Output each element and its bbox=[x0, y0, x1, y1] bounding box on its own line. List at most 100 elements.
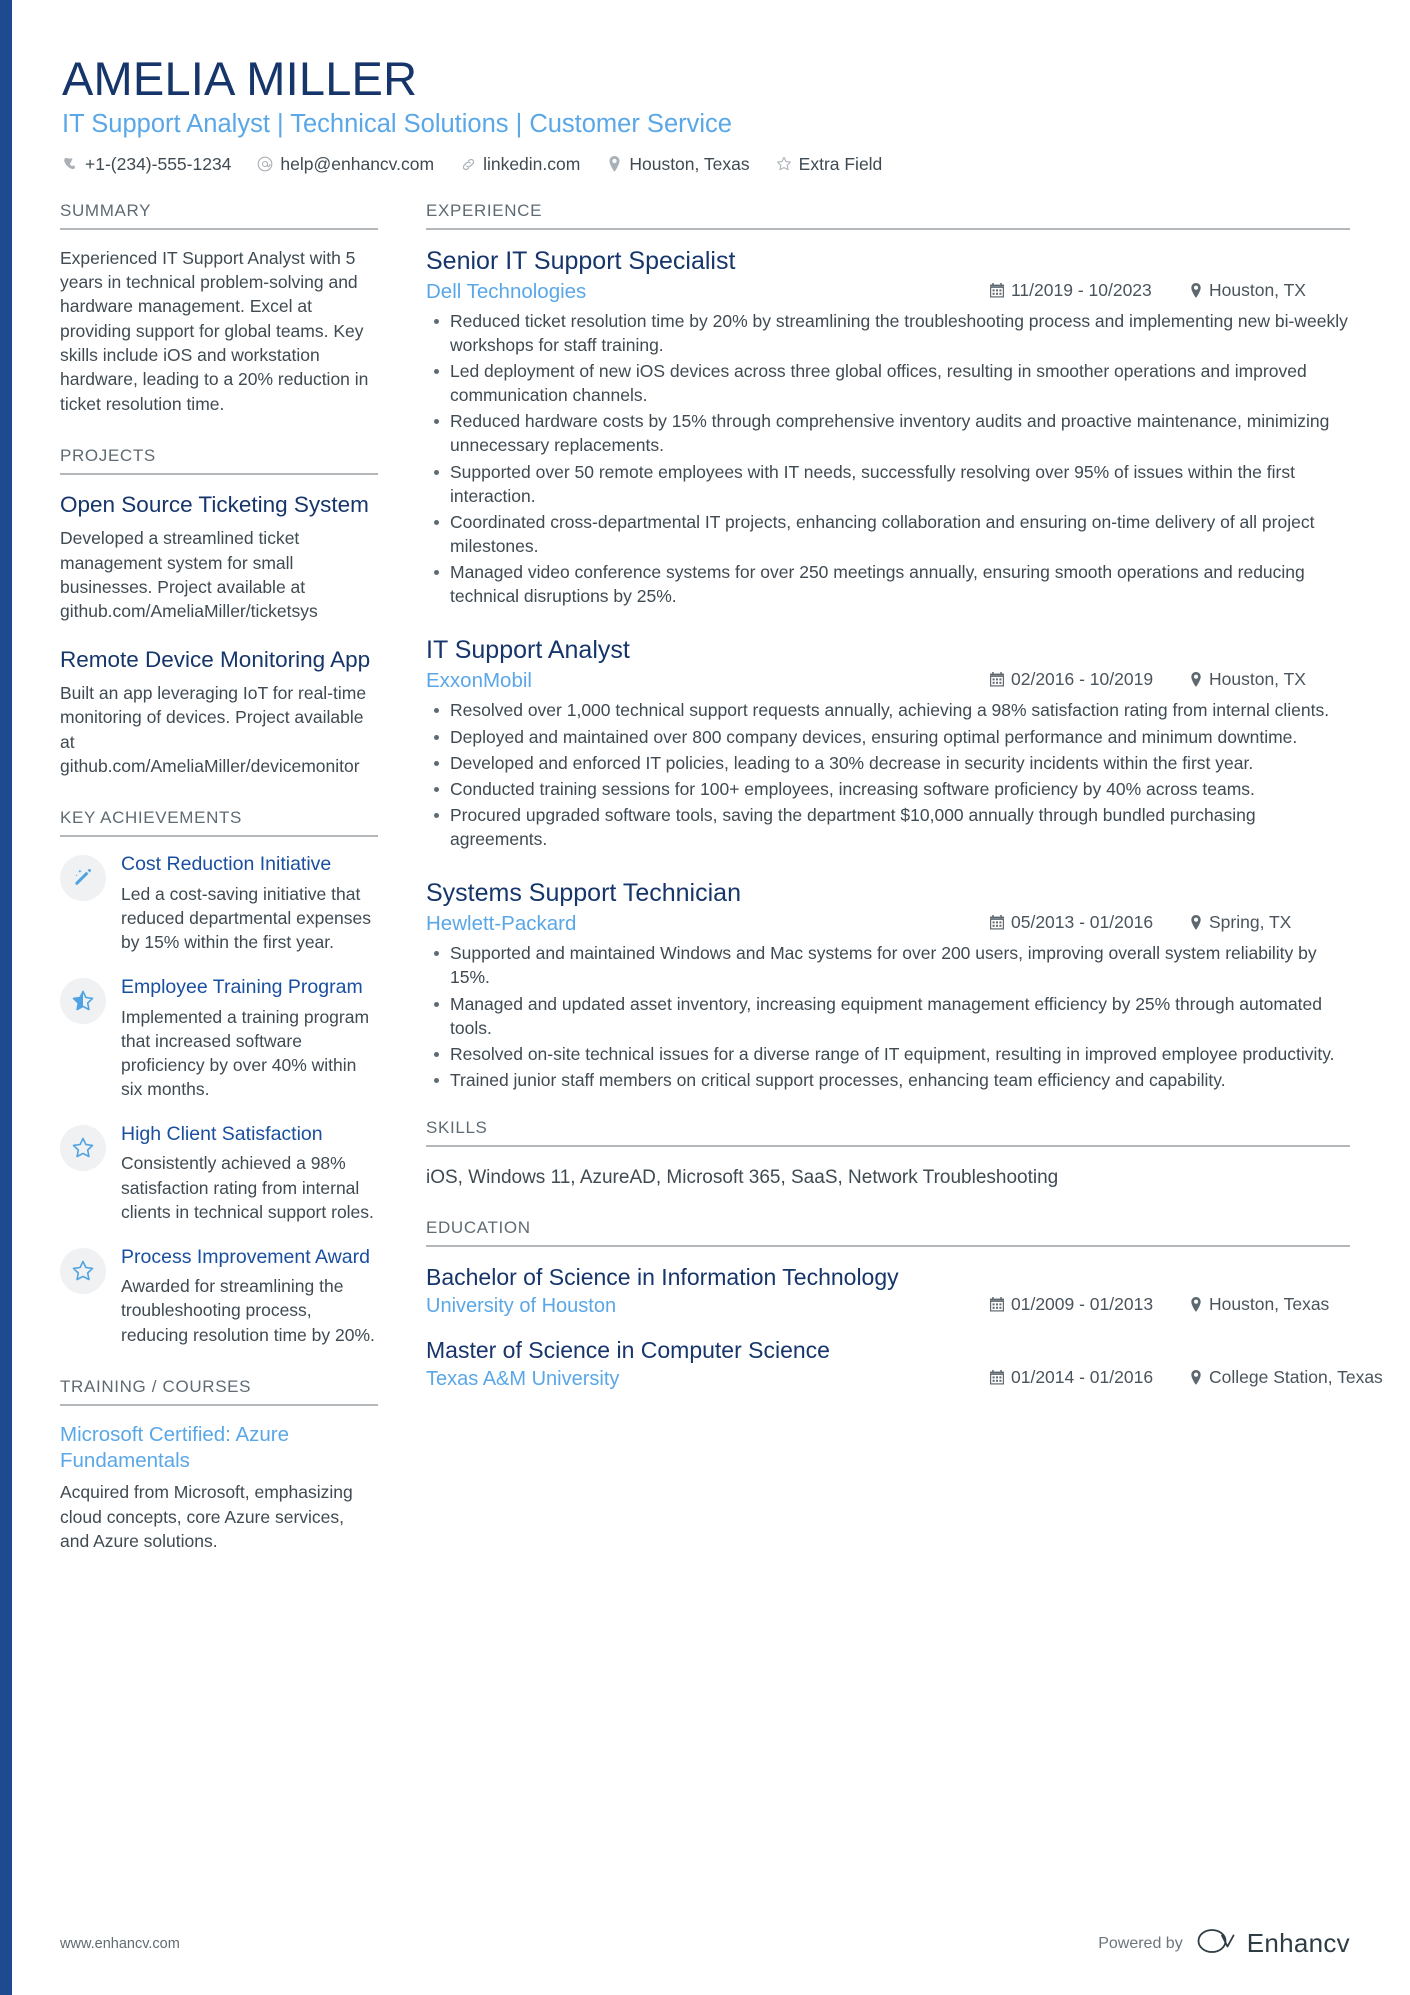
job-company[interactable]: Hewlett-Packard bbox=[426, 912, 990, 936]
education-dates-text: 01/2009 - 01/2013 bbox=[1011, 1293, 1154, 1314]
achievement-title: Process Improvement Award bbox=[121, 1245, 370, 1268]
main-column: EXPERIENCE Senior IT Support Specialist … bbox=[426, 201, 1383, 1417]
skills-heading: SKILLS bbox=[426, 1118, 1350, 1148]
training-title[interactable]: Microsoft Certified: Azure Fundamentals bbox=[60, 1422, 378, 1474]
job-dates: 02/2016 - 10/2019 bbox=[990, 669, 1190, 690]
job-location: Houston, TX bbox=[1190, 669, 1350, 690]
job-bullet: Procured upgraded software tools, saving… bbox=[426, 803, 1350, 851]
job-dates: 11/2019 - 10/2023 bbox=[990, 280, 1190, 301]
job-bullet: Developed and enforced IT policies, lead… bbox=[426, 751, 1350, 775]
section-education: EDUCATION Bachelor of Science in Informa… bbox=[426, 1218, 1383, 1391]
job-dates-text: 11/2019 - 10/2023 bbox=[1011, 279, 1152, 300]
enhancv-logo: Enhancv bbox=[1197, 1928, 1350, 1959]
achievement-icon-badge bbox=[60, 1247, 106, 1294]
achievement-item: High Client Satisfaction Consistently ac… bbox=[60, 1123, 378, 1224]
contact-row: +1-(234)-555-1234 help@enhancv.com linke… bbox=[62, 154, 1350, 175]
job-bullets: Reduced ticket resolution time by 20% by… bbox=[426, 309, 1350, 609]
achievement-title: High Client Satisfaction bbox=[121, 1123, 323, 1146]
education-location: College Station, Texas bbox=[1190, 1367, 1383, 1388]
location-icon bbox=[1190, 1369, 1202, 1385]
achievement-icon-badge bbox=[60, 855, 106, 902]
job-bullet: Supported over 50 remote employees with … bbox=[426, 460, 1350, 508]
contact-email[interactable]: help@enhancv.com bbox=[257, 154, 434, 175]
achievement-item: Cost Reduction Initiative Led a cost-sav… bbox=[60, 853, 378, 954]
contact-extra-field[interactable]: Extra Field bbox=[776, 154, 882, 175]
enhancv-mark-icon bbox=[1197, 1928, 1237, 1959]
job-bullet: Resolved over 1,000 technical support re… bbox=[426, 698, 1350, 722]
job-location: Spring, TX bbox=[1190, 912, 1350, 933]
experience-heading: EXPERIENCE bbox=[426, 201, 1350, 230]
contact-phone[interactable]: +1-(234)-555-1234 bbox=[62, 154, 231, 175]
resume-header: AMELIA MILLER IT Support Analyst | Techn… bbox=[60, 52, 1350, 175]
section-projects: PROJECTS Open Source Ticketing System De… bbox=[60, 446, 378, 778]
resume-page: AMELIA MILLER IT Support Analyst | Techn… bbox=[0, 0, 1410, 1995]
star-half-icon bbox=[71, 989, 95, 1013]
job-meta: ExxonMobil 02/2016 - 10/2019 Houston, TX bbox=[426, 669, 1350, 693]
contact-linkedin[interactable]: linkedin.com bbox=[460, 154, 580, 175]
job-bullet: Resolved on-site technical issues for a … bbox=[426, 1042, 1350, 1066]
education-dates: 01/2009 - 01/2013 bbox=[990, 1294, 1190, 1315]
job-bullet: Trained junior staff members on critical… bbox=[426, 1068, 1350, 1092]
experience-item: Systems Support Technician Hewlett-Packa… bbox=[426, 878, 1350, 1092]
calendar-icon bbox=[990, 1296, 1004, 1312]
education-meta: Texas A&M University 01/2014 - 01/2016 C… bbox=[426, 1367, 1383, 1391]
star-icon bbox=[776, 155, 792, 173]
summary-text: Experienced IT Support Analyst with 5 ye… bbox=[60, 247, 369, 414]
projects-heading: PROJECTS bbox=[60, 446, 378, 475]
job-dates-text: 02/2016 - 10/2019 bbox=[1011, 669, 1154, 690]
section-training-courses: TRAINING / COURSES Microsoft Certified: … bbox=[60, 1377, 378, 1554]
education-school[interactable]: University of Houston bbox=[426, 1295, 990, 1318]
powered-by-label: Powered by bbox=[1098, 1934, 1183, 1952]
education-school[interactable]: Texas A&M University bbox=[426, 1368, 990, 1391]
training-description: Acquired from Microsoft, emphasizing clo… bbox=[60, 1482, 353, 1551]
contact-location-text: Houston, Texas bbox=[629, 153, 750, 174]
job-bullet: Managed video conference systems for ove… bbox=[426, 560, 1350, 608]
location-icon bbox=[606, 155, 622, 173]
job-meta: Hewlett-Packard 05/2013 - 01/2016 Spring… bbox=[426, 912, 1350, 936]
magic-wand-icon bbox=[71, 866, 95, 890]
job-bullet: Reduced hardware costs by 15% through co… bbox=[426, 409, 1350, 457]
job-bullet: Supported and maintained Windows and Mac… bbox=[426, 941, 1350, 989]
education-location: Houston, Texas bbox=[1190, 1294, 1350, 1315]
enhancv-wordmark: Enhancv bbox=[1246, 1928, 1350, 1958]
job-location: Houston, TX bbox=[1190, 280, 1350, 301]
education-item: Bachelor of Science in Information Techn… bbox=[426, 1263, 1350, 1318]
job-bullet: Coordinated cross-departmental IT projec… bbox=[426, 510, 1350, 558]
project-title[interactable]: Open Source Ticketing System bbox=[60, 491, 378, 518]
training-heading: TRAINING / COURSES bbox=[60, 1377, 378, 1406]
project-title[interactable]: Remote Device Monitoring App bbox=[60, 646, 378, 673]
calendar-icon bbox=[990, 915, 1004, 930]
page-title: AMELIA MILLER bbox=[62, 52, 418, 105]
education-dates: 01/2014 - 01/2016 bbox=[990, 1367, 1190, 1388]
link-icon bbox=[460, 155, 476, 173]
job-location-text: Spring, TX bbox=[1209, 912, 1292, 933]
contact-location[interactable]: Houston, Texas bbox=[606, 153, 750, 175]
education-location-text: Houston, Texas bbox=[1209, 1293, 1330, 1314]
project-item: Open Source Ticketing System Developed a… bbox=[60, 491, 378, 624]
job-company[interactable]: ExxonMobil bbox=[426, 669, 990, 693]
achievement-description: Consistently achieved a 98% satisfaction… bbox=[121, 1153, 374, 1222]
star-outline-icon bbox=[71, 1136, 95, 1160]
project-description: Built an app leveraging IoT for real-tim… bbox=[60, 683, 367, 776]
job-bullet: Reduced ticket resolution time by 20% by… bbox=[426, 309, 1350, 357]
job-dates-text: 05/2013 - 01/2016 bbox=[1011, 912, 1154, 933]
achievement-item: Employee Training Program Implemented a … bbox=[60, 976, 378, 1101]
experience-item: Senior IT Support Specialist Dell Techno… bbox=[426, 246, 1350, 609]
footer-url[interactable]: www.enhancv.com bbox=[60, 1936, 180, 1952]
job-title: IT Support Analyst bbox=[426, 636, 630, 665]
job-bullet: Deployed and maintained over 800 company… bbox=[426, 725, 1350, 749]
accent-side-bar bbox=[0, 0, 12, 1995]
section-experience: EXPERIENCE Senior IT Support Specialist … bbox=[426, 201, 1350, 1092]
job-bullets: Resolved over 1,000 technical support re… bbox=[426, 698, 1350, 851]
job-company[interactable]: Dell Technologies bbox=[426, 280, 990, 304]
achievement-title: Cost Reduction Initiative bbox=[121, 853, 332, 876]
footer-branding: Powered by Enhancv bbox=[1098, 1928, 1350, 1959]
education-meta: University of Houston 01/2009 - 01/2013 … bbox=[426, 1294, 1350, 1318]
achievement-item: Process Improvement Award Awarded for st… bbox=[60, 1246, 378, 1347]
section-skills: SKILLS iOS, Windows 11, AzureAD, Microso… bbox=[426, 1118, 1350, 1192]
resume-body: SUMMARY Experienced IT Support Analyst w… bbox=[60, 201, 1383, 1584]
headline: IT Support Analyst | Technical Solutions… bbox=[62, 109, 732, 138]
education-heading: EDUCATION bbox=[426, 1218, 1350, 1247]
sidebar-column: SUMMARY Experienced IT Support Analyst w… bbox=[60, 201, 378, 1584]
education-item: Master of Science in Computer Science Te… bbox=[426, 1336, 1383, 1391]
